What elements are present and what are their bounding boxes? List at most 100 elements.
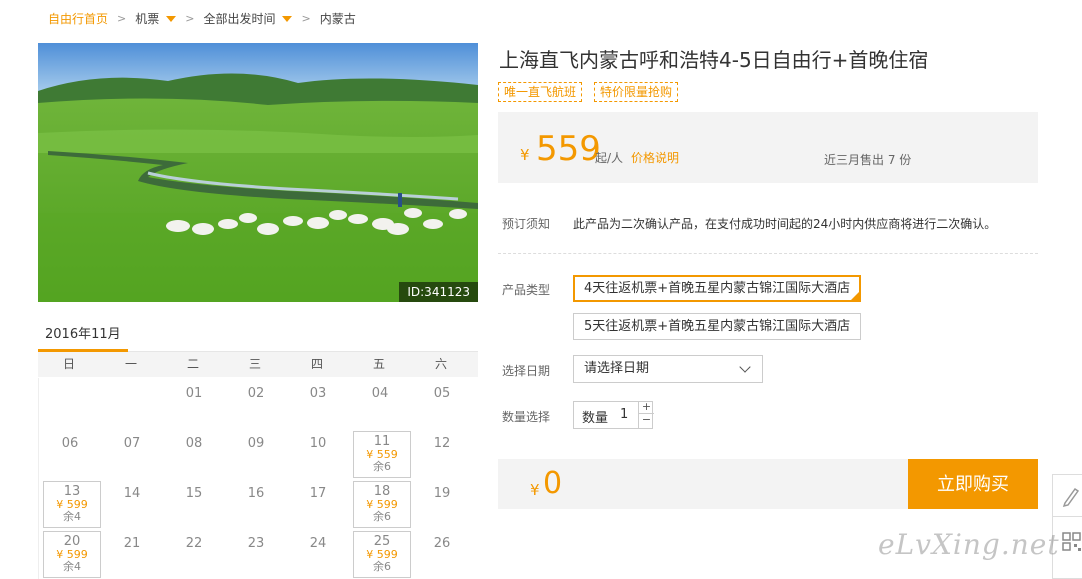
product-title: 上海直飞内蒙古呼和浩特4-5日自由行+首晚住宿: [499, 48, 929, 72]
calendar-day-number: 07: [123, 436, 141, 451]
breadcrumb-category-label: 机票: [135, 11, 160, 26]
product-type-option-label: 5天往返机票+首晚五星内蒙古锦江国际大酒店: [584, 319, 851, 334]
calendar-day-number: 06: [61, 436, 79, 451]
grassland-image: [38, 43, 478, 302]
calendar-day-number: 16: [247, 486, 265, 501]
calendar-day-remaining: 余4: [63, 510, 81, 523]
calendar-day-remaining: 余6: [373, 460, 391, 473]
total-currency: ¥: [530, 481, 540, 499]
breadcrumb-home-link[interactable]: 自由行首页: [48, 10, 108, 27]
product-type-label: 产品类型: [502, 283, 551, 297]
section-divider: [498, 253, 1038, 254]
date-select[interactable]: 请选择日期: [573, 355, 763, 383]
quantity-inner-label: 数量: [582, 411, 609, 426]
calendar-day: 08: [163, 428, 225, 478]
calendar-day-number: 02: [247, 386, 265, 401]
calendar-day: 17: [287, 478, 349, 528]
weekday-label: 日: [62, 357, 75, 371]
calendar-day-number: 10: [309, 436, 327, 451]
calendar-day-number: 04: [371, 386, 389, 401]
calendar-month-tab[interactable]: 2016年11月: [38, 319, 128, 352]
product-tag: 特价限量抢购: [594, 82, 679, 102]
product-type-option-5day[interactable]: 5天往返机票+首晚五星内蒙古锦江国际大酒店: [573, 313, 862, 340]
notice-text: 此产品为二次确认产品，在支付成功时间起的24小时内供应商将进行二次确认。: [573, 217, 997, 231]
calendar-day-available[interactable]: 25 ¥ 599 余6: [353, 531, 411, 578]
calendar-day: 12: [411, 428, 473, 478]
sales-count: 近三月售出 7 份: [824, 153, 912, 167]
price-panel: ¥ 559 起/人 价格说明 近三月售出 7 份: [498, 112, 1038, 183]
weekday-label: 四: [310, 357, 323, 371]
calendar-day-number: 20: [63, 534, 81, 549]
calendar-day: 21: [101, 528, 163, 578]
product-photo: ID:341123: [38, 43, 478, 302]
calendar-day-number: 17: [309, 486, 327, 501]
watermark: eLvXing.net: [878, 528, 1060, 561]
calendar-day: 02: [225, 378, 287, 428]
calendar-day: 05: [411, 378, 473, 428]
weekday-label: 二: [186, 357, 199, 371]
calendar-day: 22: [163, 528, 225, 578]
calendar-day-number: 14: [123, 486, 141, 501]
calendar-day: 15: [163, 478, 225, 528]
calendar-day: 24: [287, 528, 349, 578]
breadcrumb-category-dropdown[interactable]: 机票: [135, 10, 177, 27]
calendar-day: 06: [39, 428, 101, 478]
calendar-day: 16: [225, 478, 287, 528]
calendar-day-remaining: 余6: [373, 510, 391, 523]
calendar-day-number: 25: [373, 534, 391, 549]
chevron-down-icon: [739, 361, 751, 373]
calendar-day-number: 18: [373, 484, 391, 499]
pencil-icon: [1062, 487, 1080, 508]
calendar-weekday-header: 日一二三四五六: [38, 352, 478, 377]
weekday-label: 六: [434, 357, 447, 371]
calendar-day: 09: [225, 428, 287, 478]
feedback-button[interactable]: [1053, 475, 1082, 517]
calendar-day-available[interactable]: 11 ¥ 559 余6: [353, 431, 411, 478]
calendar-day-number: 23: [247, 536, 265, 551]
price-currency: ¥: [520, 146, 530, 164]
calendar-day: 26: [411, 528, 473, 578]
calendar-day-number: 22: [185, 536, 203, 551]
calendar-day-number: 13: [63, 484, 81, 499]
calendar-day-number: 03: [309, 386, 327, 401]
quantity-decrease-button[interactable]: −: [639, 414, 654, 427]
calendar-day-remaining: 余6: [373, 560, 391, 573]
calendar-day-available[interactable]: 20 ¥ 599 余4: [43, 531, 101, 578]
calendar-day: 04: [349, 378, 411, 428]
calendar-day: 14: [101, 478, 163, 528]
breadcrumb-departure-dropdown[interactable]: 全部出发时间: [203, 10, 293, 27]
product-type-option-4day[interactable]: 4天往返机票+首晚五星内蒙古锦江国际大酒店: [573, 275, 862, 302]
price-explain-link[interactable]: 价格说明: [631, 149, 679, 166]
total-value: 0: [543, 466, 563, 501]
breadcrumb-separator: >: [185, 11, 195, 25]
calendar-day-number: 11: [373, 434, 391, 449]
side-toolbar: [1052, 474, 1082, 579]
calendar-day-number: 24: [309, 536, 327, 551]
product-type-option-label: 4天往返机票+首晚五星内蒙古锦江国际大酒店: [584, 281, 851, 296]
calendar-day: 19: [411, 478, 473, 528]
calendar-grid: 01 02 03 04 05 06 07 08 09 10 11 ¥ 559 余6 12 13 ¥ 599 余4…: [38, 378, 478, 579]
calendar-day: 01: [163, 378, 225, 428]
product-tags: 唯一直飞航班 特价限量抢购: [498, 82, 679, 102]
calendar-day: 10: [287, 428, 349, 478]
calendar-day-available[interactable]: 18 ¥ 599 余6: [353, 481, 411, 528]
calendar-day-available[interactable]: 13 ¥ 599 余4: [43, 481, 101, 528]
weekday-label: 五: [372, 357, 385, 371]
calendar-day-number: 21: [123, 536, 141, 551]
quantity-buttons: + −: [638, 401, 654, 429]
calendar-day: 03: [287, 378, 349, 428]
quantity-label: 数量选择: [502, 410, 551, 424]
buy-now-button[interactable]: 立即购买: [908, 459, 1038, 509]
selected-corner-icon: [851, 292, 860, 300]
weekday-label: 三: [248, 357, 261, 371]
date-label: 选择日期: [502, 364, 551, 378]
calendar-day-number: 08: [185, 436, 203, 451]
photo-id-label: ID:341123: [399, 282, 478, 302]
calendar-day-number: 09: [247, 436, 265, 451]
price-value: 559: [536, 129, 601, 169]
quantity-input[interactable]: 1: [620, 407, 628, 422]
quantity-stepper: 数量 1 + −: [573, 401, 654, 429]
calendar-day-number: 05: [433, 386, 451, 401]
breadcrumb-separator: >: [117, 11, 127, 25]
calendar-day-number: 19: [433, 486, 451, 501]
